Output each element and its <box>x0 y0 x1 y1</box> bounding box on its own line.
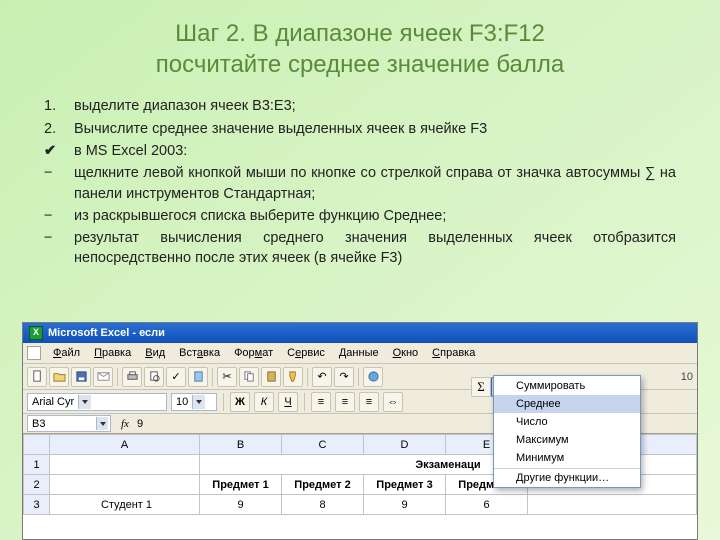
mail-icon[interactable] <box>93 367 113 387</box>
slide-title: Шаг 2. В диапазоне ячеек F3:F12 посчитай… <box>0 0 720 88</box>
cell[interactable]: Предмет 1 <box>200 475 282 495</box>
redo-icon[interactable]: ↷ <box>334 367 354 387</box>
cell[interactable]: 9 <box>200 495 282 515</box>
menu-data[interactable]: Данные <box>333 345 385 361</box>
toolbar-separator <box>358 368 359 386</box>
menu-item-more-functions[interactable]: Другие функции… <box>494 469 640 487</box>
font-name-combo[interactable]: Arial Cyr <box>27 393 167 411</box>
col-header[interactable]: D <box>364 435 446 455</box>
cell[interactable]: Студент 1 <box>50 495 200 515</box>
menu-item-count[interactable]: Число <box>494 413 640 431</box>
open-icon[interactable] <box>49 367 69 387</box>
chevron-down-icon <box>78 395 91 409</box>
chevron-down-icon <box>192 395 205 409</box>
title-line-2: посчитайте среднее значение балла <box>156 51 565 78</box>
print-icon[interactable] <box>122 367 142 387</box>
cell[interactable]: Предмет 2 <box>282 475 364 495</box>
toolbar-separator <box>223 393 224 411</box>
italic-button[interactable]: К <box>254 392 274 412</box>
menu-format[interactable]: Формат <box>228 345 279 361</box>
title-line-1: Шаг 2. В диапазоне ячеек F3:F12 <box>175 20 545 47</box>
list-marker-dash: − <box>44 228 74 269</box>
align-center-icon[interactable]: ≡ <box>335 392 355 412</box>
menu-window[interactable]: Окно <box>387 345 425 361</box>
font-size-combo[interactable]: 10 <box>171 393 217 411</box>
list-text: результат вычисления среднего значения в… <box>74 228 676 269</box>
row-header[interactable]: 1 <box>24 455 50 475</box>
control-icon[interactable] <box>27 346 41 360</box>
merge-icon[interactable]: ⇔ <box>383 392 403 412</box>
preview-icon[interactable] <box>144 367 164 387</box>
menu-item-min[interactable]: Минимум <box>494 449 640 467</box>
list-marker-dash: − <box>44 206 74 226</box>
cut-icon[interactable]: ✂ <box>217 367 237 387</box>
bold-button[interactable]: Ж <box>230 392 250 412</box>
list-marker: 1. <box>44 96 74 116</box>
list-text: щелкните левой кнопкой мыши по кнопке со… <box>74 163 676 204</box>
list-marker: 2. <box>44 119 74 139</box>
excel-app-icon <box>29 326 43 340</box>
window-titlebar: Microsoft Excel - если <box>23 323 697 343</box>
list-text: в MS Excel 2003: <box>74 141 676 161</box>
window-title: Microsoft Excel - если <box>48 327 165 339</box>
cell[interactable]: 9 <box>364 495 446 515</box>
hyperlink-icon[interactable] <box>363 367 383 387</box>
col-header[interactable]: A <box>50 435 200 455</box>
toolbar-separator <box>117 368 118 386</box>
cell[interactable]: 6 <box>446 495 528 515</box>
list-marker-dash: − <box>44 163 74 204</box>
cell[interactable]: 8 <box>282 495 364 515</box>
align-right-icon[interactable]: ≡ <box>359 392 379 412</box>
new-icon[interactable] <box>27 367 47 387</box>
menu-item-sum[interactable]: Суммировать <box>494 377 640 395</box>
menu-help[interactable]: Справка <box>426 345 481 361</box>
undo-icon[interactable]: ↶ <box>312 367 332 387</box>
menu-item-average[interactable]: Среднее <box>494 395 640 413</box>
instruction-list: 1.выделите диапазон ячеек В3:Е3; 2.Вычис… <box>0 88 720 268</box>
save-icon[interactable] <box>71 367 91 387</box>
paste-icon[interactable] <box>261 367 281 387</box>
name-box[interactable]: B3 <box>27 415 111 432</box>
col-header[interactable]: B <box>200 435 282 455</box>
format-painter-icon[interactable] <box>283 367 303 387</box>
list-text: выделите диапазон ячеек В3:Е3; <box>74 96 676 116</box>
spell-icon[interactable]: ✓ <box>166 367 186 387</box>
list-text: Вычислите среднее значение выделенных яч… <box>74 119 676 139</box>
menu-item-max[interactable]: Максимум <box>494 431 640 449</box>
chevron-down-icon <box>96 417 108 430</box>
cell[interactable]: Предмет 3 <box>364 475 446 495</box>
menu-view[interactable]: Вид <box>139 345 171 361</box>
toolbar-separator <box>307 368 308 386</box>
formula-value[interactable]: 9 <box>133 418 143 430</box>
col-header[interactable]: C <box>282 435 364 455</box>
autosum-button[interactable]: Σ <box>471 377 491 397</box>
menu-edit[interactable]: Правка <box>88 345 137 361</box>
excel-screenshot: Microsoft Excel - если Файл Правка Вид В… <box>22 322 698 540</box>
list-text: из раскрывшегося списка выберите функцию… <box>74 206 676 226</box>
menu-tools[interactable]: Сервис <box>281 345 331 361</box>
cell[interactable] <box>528 495 697 515</box>
cell[interactable] <box>50 455 200 475</box>
align-left-icon[interactable]: ≡ <box>311 392 331 412</box>
menu-bar: Файл Правка Вид Вставка Формат Сервис Да… <box>23 343 697 364</box>
research-icon[interactable] <box>188 367 208 387</box>
copy-icon[interactable] <box>239 367 259 387</box>
menu-file[interactable]: Файл <box>47 345 86 361</box>
menu-insert[interactable]: Вставка <box>173 345 226 361</box>
toolbar-separator <box>212 368 213 386</box>
toolbar-end-text: 10 <box>678 371 693 383</box>
row-header[interactable]: 2 <box>24 475 50 495</box>
autosum-menu: Суммировать Среднее Число Максимум Миним… <box>493 375 641 488</box>
toolbar-separator <box>304 393 305 411</box>
underline-button[interactable]: Ч <box>278 392 298 412</box>
list-marker-check: ✔ <box>44 141 74 161</box>
cell[interactable] <box>50 475 200 495</box>
select-all-corner[interactable] <box>24 435 50 455</box>
row-header[interactable]: 3 <box>24 495 50 515</box>
fx-label[interactable]: fx <box>121 418 129 430</box>
